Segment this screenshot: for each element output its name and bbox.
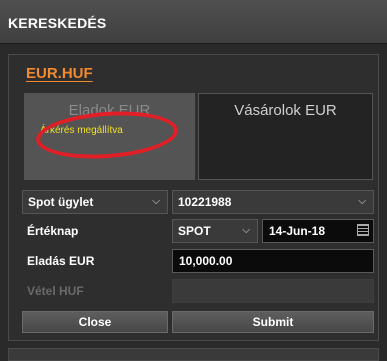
buy-eur-tile[interactable]: Vásárolok EUR: [198, 93, 373, 180]
sell-amount-input[interactable]: 10,000.00: [172, 249, 374, 273]
buy-amount-label: Vétel HUF: [27, 284, 84, 298]
panel-title: KERESKEDÉS: [8, 15, 107, 31]
value-date-input[interactable]: 14-Jun-18: [262, 219, 374, 243]
instrument-symbol[interactable]: EUR.HUF: [26, 65, 93, 82]
buy-amount-input: [172, 279, 374, 303]
deal-type-value: Spot ügylet: [28, 195, 94, 209]
sell-amount-row: Eladás EUR 10,000.00: [22, 249, 374, 273]
next-panel-edge: [8, 348, 379, 361]
account-dropdown[interactable]: 10221988 ⌵: [172, 190, 374, 214]
value-date-row: Értéknap SPOT ⌵ 14-Jun-18: [22, 219, 374, 243]
submit-button[interactable]: Submit: [172, 311, 374, 333]
deal-row: Spot ügylet ⌵ 10221988 ⌵: [22, 190, 374, 214]
deal-type-dropdown[interactable]: Spot ügylet ⌵: [22, 190, 168, 214]
action-row: Close Submit: [22, 311, 374, 335]
account-value: 10221988: [178, 195, 232, 209]
chevron-down-icon: ⌵: [242, 225, 250, 236]
buy-amount-row: Vétel HUF: [22, 279, 374, 303]
value-date-type-dropdown[interactable]: SPOT ⌵: [172, 219, 258, 243]
calendar-icon[interactable]: [357, 224, 369, 236]
trading-panel: KERESKEDÉS EUR.HUF Eladok EUR Vásárolok …: [0, 0, 387, 361]
chevron-down-icon: ⌵: [152, 196, 160, 207]
chevron-down-icon: ⌵: [358, 196, 366, 207]
sell-amount-label: Eladás EUR: [27, 254, 95, 268]
value-date-type-value: SPOT: [178, 224, 211, 238]
value-date-value: 14-Jun-18: [269, 224, 326, 238]
value-date-label: Értéknap: [27, 224, 79, 238]
sell-amount-value: 10,000.00: [179, 254, 233, 268]
panel-header: KERESKEDÉS: [0, 0, 387, 44]
close-button[interactable]: Close: [22, 311, 168, 333]
order-form: Spot ügylet ⌵ 10221988 ⌵ Értéknap SPOT ⌵…: [22, 186, 374, 336]
buy-tile-label: Vásárolok EUR: [234, 102, 337, 119]
